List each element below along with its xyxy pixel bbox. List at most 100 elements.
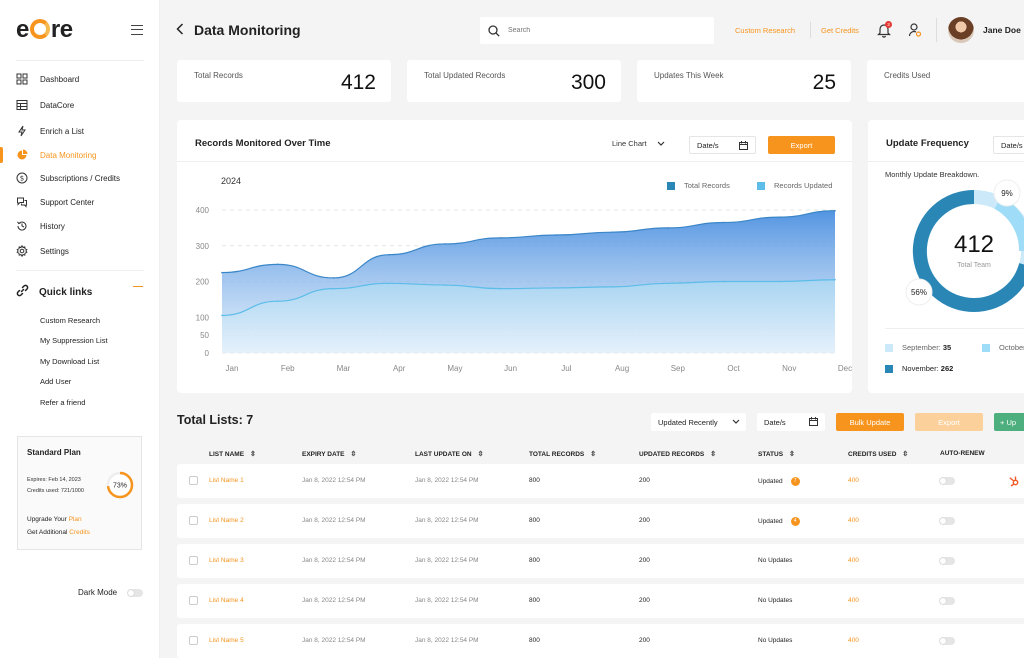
data-point-total-records [555,234,558,236]
sort-arrows-icon: ⇳ [250,451,256,458]
quick-link-refer-friend[interactable]: Refer a friend [40,398,85,407]
user-name[interactable]: Jane Doe [983,25,1021,35]
calendar-icon [809,417,818,426]
active-indicator [0,147,3,163]
bulk-update-button[interactable]: Bulk Update [836,413,904,431]
back-arrow-icon[interactable] [176,23,184,35]
additional-credits-link[interactable]: Get Additional Credits [27,529,90,536]
col-header-last-update[interactable]: LAST UPDATE ON ⇳ [415,450,483,459]
sidebar-item-subscriptions[interactable]: $ Subscriptions / Credits [16,169,120,187]
records-chart-panel: Records Monitored Over Time Line Chart D… [177,120,852,393]
sidebar-item-label: DataCore [40,100,75,110]
col-header-credits-used[interactable]: CREDITS USED ⇳ [848,450,908,459]
legend-value: 262 [940,364,954,373]
total-lists-title: Total Lists: 7 [177,413,254,427]
additional-link-text[interactable]: Credits [69,529,90,536]
list-name-link[interactable]: List Name 1 [209,477,244,484]
quick-link-download-list[interactable]: My Download List [40,357,99,366]
auto-renew-toggle[interactable] [939,517,955,525]
row-checkbox[interactable] [189,596,198,605]
sidebar-item-enrich[interactable]: Enrich a List [16,122,84,140]
status: Updated 4 [758,517,800,526]
sidebar-item-support[interactable]: Support Center [16,193,94,211]
data-point-total-records [499,237,502,239]
data-point-total-records [667,227,669,229]
sidebar-item-dashboard[interactable]: Dashboard [16,70,79,88]
avatar[interactable] [948,17,974,43]
table-row[interactable]: List Name 5 Jan 8, 2022 12:54 PM Jan 8, … [177,624,1024,658]
row-checkbox[interactable] [189,556,198,565]
quick-link-suppression-list[interactable]: My Suppression List [40,336,108,345]
list-name-link[interactable]: List Name 3 [209,557,244,564]
col-header-expiry-date[interactable]: EXPIRY DATE ⇳ [302,450,356,459]
sidebar-item-data-monitoring[interactable]: Data Monitoring [16,146,96,164]
sidebar-item-label: History [40,221,65,231]
col-header-label: EXPIRY DATE [302,450,345,458]
data-point-records-updated [834,278,836,281]
col-header-status[interactable]: STATUS ⇳ [758,450,795,459]
logo-text-right: re [50,16,73,43]
search-input[interactable] [508,27,688,34]
quick-link-custom-research[interactable]: Custom Research [40,316,100,325]
table-row[interactable]: List Name 1 Jan 8, 2022 12:54 PM Jan 8, … [177,464,1024,498]
row-checkbox[interactable] [189,476,198,485]
row-checkbox[interactable] [189,636,198,645]
table-row[interactable]: List Name 3 Jan 8, 2022 12:54 PM Jan 8, … [177,544,1024,578]
expiry-date: Jan 8, 2022 12:54 PM [302,557,366,564]
sidebar: e re Dashboard DataCore Enrich a List Dat… [0,0,160,658]
stat-label: Credits Used [884,71,931,80]
y-tick-label: 100 [196,313,210,322]
ecore-logo[interactable]: e re [16,16,73,44]
data-point-total-records [722,221,725,224]
last-update: Jan 8, 2022 12:54 PM [415,557,479,564]
sidebar-item-datacore[interactable]: DataCore [16,96,74,114]
lists-date-picker[interactable]: Date/s [757,413,825,431]
table-row[interactable]: List Name 2 Jan 8, 2022 12:54 PM Jan 8, … [177,504,1024,538]
col-header-label: UPDATED RECORDS [639,450,705,458]
updated-records: 200 [639,637,650,644]
col-header-updated-records[interactable]: UPDATED RECORDS ⇳ [639,450,716,459]
y-tick-label: 0 [205,349,210,358]
sort-select[interactable]: Updated Recently [651,413,746,431]
updated-records: 200 [639,557,650,564]
collapse-dash-icon[interactable] [133,286,143,287]
search-bar[interactable] [480,17,714,44]
updated-records: 200 [639,477,650,484]
list-name-link[interactable]: List Name 4 [209,597,244,604]
lists-export-button[interactable]: Export [915,413,983,431]
list-name-link[interactable]: List Name 5 [209,637,244,644]
dark-mode-toggle[interactable] [127,589,143,597]
data-point-records-updated [276,300,279,302]
notification-badge: 3 [885,21,892,28]
data-point-total-records [611,231,613,233]
table-row[interactable]: List Name 4 Jan 8, 2022 12:54 PM Jan 8, … [177,584,1024,618]
upload-button[interactable]: + Up [994,413,1024,431]
pct-label-b: 56% [911,288,927,297]
row-checkbox[interactable] [189,516,198,525]
pct-label-a: 9% [1001,189,1013,198]
list-name-link[interactable]: List Name 2 [209,517,244,524]
col-header-list-name[interactable]: LIST NAME ⇳ [209,450,256,459]
x-tick-label: Jan [226,364,239,373]
get-credits-link[interactable]: Get Credits [821,26,859,35]
upgrade-link-text[interactable]: Plan [69,516,82,523]
user-settings-icon[interactable] [908,22,922,38]
sidebar-item-history[interactable]: History [16,217,65,235]
sidebar-divider [16,60,144,61]
hubspot-icon[interactable] [1008,475,1020,487]
upgrade-plan-link[interactable]: Upgrade Your Plan [27,516,82,523]
data-point-total-records [332,277,335,279]
col-header-total-records[interactable]: TOTAL RECORDS ⇳ [529,450,596,459]
auto-renew-toggle[interactable] [939,597,955,605]
quick-link-add-user[interactable]: Add User [40,377,71,386]
hamburger-menu-icon[interactable] [131,25,143,35]
quick-links-header[interactable]: Quick links [16,284,92,300]
y-tick-label: 200 [196,278,210,287]
custom-research-link[interactable]: Custom Research [735,26,795,35]
update-frequency-panel: Update Frequency Date/s Monthly Update B… [868,120,1024,393]
auto-renew-toggle[interactable] [939,637,955,645]
auto-renew-toggle[interactable] [939,557,955,565]
panel-divider [885,328,1024,329]
sidebar-item-settings[interactable]: Settings [16,242,69,260]
auto-renew-toggle[interactable] [939,477,955,485]
